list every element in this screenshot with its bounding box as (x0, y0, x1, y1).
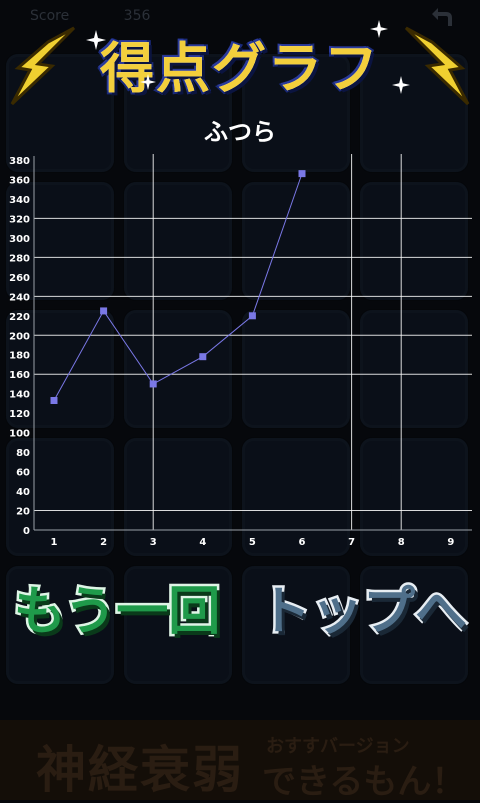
y-tick-label: 260 (9, 273, 30, 284)
lightning-icon-right (404, 26, 470, 106)
data-point (50, 397, 58, 404)
y-tick-label: 80 (16, 448, 30, 459)
x-tick-label: 7 (348, 537, 355, 548)
data-point (248, 312, 256, 320)
sparkle-icon (370, 20, 388, 38)
y-tick-label: 140 (9, 390, 30, 401)
data-point (100, 307, 108, 315)
retry-button[interactable]: もう一回 (4, 566, 230, 646)
y-tick-label: 280 (9, 253, 30, 264)
sparkle-icon (392, 76, 410, 94)
series-line (53, 173, 303, 401)
difficulty-label: ふつら (204, 118, 276, 146)
y-tick-label: 340 (9, 195, 30, 206)
y-tick-label: 360 (9, 175, 30, 186)
data-point (298, 170, 306, 178)
y-tick-label: 380 (9, 156, 30, 167)
sparkle-icon (140, 74, 156, 90)
y-tick-label: 220 (9, 312, 30, 323)
x-tick-label: 5 (249, 537, 256, 548)
score-chart-svg: 0 20 40 60 80 100 120 140 160 180 200 220 240 260 280 3… (9, 154, 472, 548)
y-tick-label: 40 (16, 487, 30, 498)
y-tick-label: 60 (16, 468, 30, 479)
x-tick-label: 9 (447, 537, 454, 548)
x-tick-label: 6 (299, 537, 306, 548)
page-title: 得点グラフ (98, 35, 380, 102)
data-point (199, 353, 207, 361)
x-tick-label: 2 (100, 537, 107, 548)
data-point (149, 380, 157, 388)
score-chart: 0 20 40 60 80 100 120 140 160 180 200 220 240 260 280 3… (0, 150, 480, 550)
ad-banner[interactable]: 神経衰弱 おすすバージョン できるもん！ (0, 720, 480, 802)
y-tick-label: 120 (9, 409, 30, 420)
y-tick-label: 300 (9, 234, 30, 245)
y-tick-label: 160 (9, 370, 30, 381)
x-tick-label: 4 (199, 537, 206, 548)
y-tick-label: 180 (9, 351, 30, 362)
y-tick-label: 100 (9, 429, 30, 440)
y-tick-label: 240 (9, 292, 30, 303)
sparkle-icon (86, 30, 106, 50)
x-tick-label: 1 (51, 537, 58, 548)
y-tick-label: 200 (9, 331, 30, 342)
y-tick-label: 320 (9, 214, 30, 225)
y-tick-label: 20 (16, 507, 30, 518)
ad-tagline: できるもん！ (262, 762, 466, 802)
title-banner: 得点グラフ (0, 12, 480, 112)
back-to-top-button[interactable]: トップへ (252, 566, 474, 646)
lightning-icon-left (10, 26, 76, 106)
x-tick-label: 8 (398, 537, 405, 548)
x-tick-label: 3 (150, 537, 157, 548)
y-tick-label: 0 (23, 526, 30, 537)
ad-title: 神経衰弱 (36, 740, 244, 799)
